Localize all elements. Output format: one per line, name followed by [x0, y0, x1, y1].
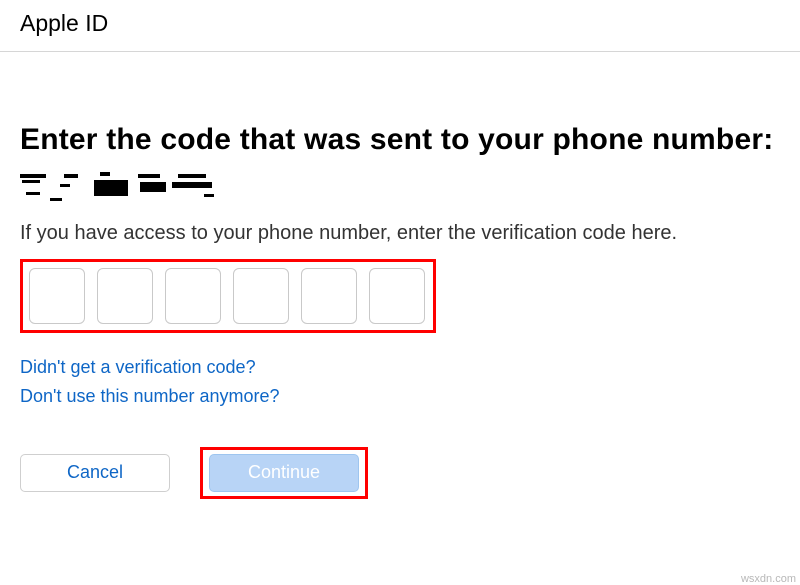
code-digit-6[interactable] — [369, 268, 425, 324]
code-digit-2[interactable] — [97, 268, 153, 324]
main-content: Enter the code that was sent to your pho… — [0, 52, 800, 499]
code-input-highlight — [20, 259, 436, 333]
code-input-row — [29, 268, 425, 324]
button-row: Cancel Continue — [20, 447, 780, 499]
verification-heading: Enter the code that was sent to your pho… — [20, 122, 780, 158]
didnt-get-code-link[interactable]: Didn't get a verification code? — [20, 353, 780, 382]
watermark: wsxdn.com — [741, 573, 796, 585]
header: Apple ID — [0, 0, 800, 52]
cancel-button[interactable]: Cancel — [20, 454, 170, 492]
code-digit-4[interactable] — [233, 268, 289, 324]
continue-button-highlight: Continue — [200, 447, 368, 499]
help-links: Didn't get a verification code? Don't us… — [20, 353, 780, 411]
dont-use-number-link[interactable]: Don't use this number anymore? — [20, 382, 780, 411]
code-digit-3[interactable] — [165, 268, 221, 324]
page-title: Apple ID — [20, 10, 780, 37]
code-digit-1[interactable] — [29, 268, 85, 324]
code-digit-5[interactable] — [301, 268, 357, 324]
redacted-phone-number — [20, 172, 220, 206]
instruction-text: If you have access to your phone number,… — [20, 222, 780, 245]
continue-button[interactable]: Continue — [209, 454, 359, 492]
